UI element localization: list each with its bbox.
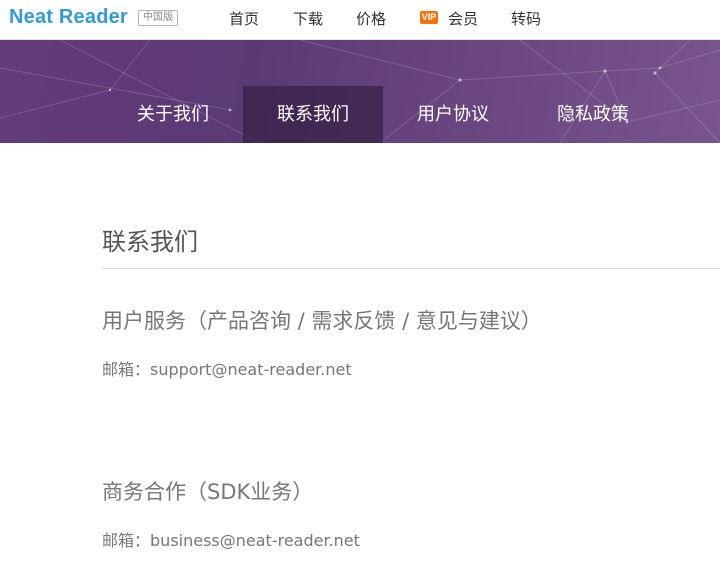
business-email-link[interactable]: business@neat-reader.net [150, 531, 360, 550]
email-label: 邮箱： [102, 360, 151, 379]
page-title: 联系我们 [102, 228, 198, 256]
tab-contact-us[interactable]: 联系我们 [243, 86, 383, 143]
logo[interactable]: Neat Reader [9, 6, 128, 29]
business-email-row: 邮箱：business@neat-reader.net [102, 527, 360, 551]
edition-badge: 中国版 [138, 10, 178, 26]
vip-icon[interactable]: VIP [420, 11, 438, 24]
user-service-email-row: 邮箱：support@neat-reader.net [102, 356, 352, 380]
title-divider [102, 268, 720, 269]
banner: 关于我们 联系我们 用户协议 隐私政策 [0, 40, 720, 143]
nav-membership[interactable]: 会员 [448, 8, 478, 29]
nav-download[interactable]: 下载 [293, 8, 323, 29]
nav-convert[interactable]: 转码 [511, 8, 541, 29]
business-heading: 商务合作（SDK业务） [102, 480, 314, 504]
tab-privacy-policy[interactable]: 隐私政策 [523, 86, 663, 143]
email-label: 邮箱： [102, 531, 151, 550]
support-email-link[interactable]: support@neat-reader.net [150, 360, 352, 379]
tab-about-us[interactable]: 关于我们 [103, 86, 243, 143]
nav-pricing[interactable]: 价格 [356, 8, 386, 29]
tab-user-agreement[interactable]: 用户协议 [383, 86, 523, 143]
top-navigation: Neat Reader 中国版 首页 下载 价格 VIP 会员 转码 [0, 0, 720, 40]
nav-home[interactable]: 首页 [229, 8, 259, 29]
user-service-heading: 用户服务（产品咨询 / 需求反馈 / 意见与建议） [102, 309, 542, 333]
